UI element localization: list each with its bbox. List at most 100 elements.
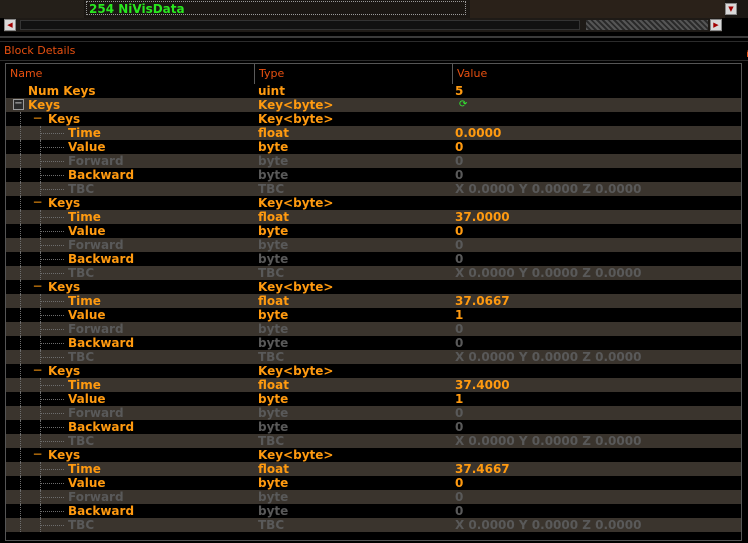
row-value[interactable]: X 0.0000 Y 0.0000 Z 0.0000 (455, 350, 741, 364)
table-row[interactable]: Backward byte 0 (6, 252, 741, 266)
row-value[interactable]: 0 (455, 140, 741, 154)
table-row[interactable]: Forward byte 0 (6, 406, 741, 420)
table-row[interactable]: Value byte 0 (6, 476, 741, 490)
row-value[interactable]: 0 (455, 336, 741, 350)
table-row[interactable]: Value byte 0 (6, 140, 741, 154)
table-row[interactable]: Time float 37.0000 (6, 210, 741, 224)
row-value[interactable]: 37.4667 (455, 462, 741, 476)
scroll-right-icon[interactable]: ▶ (710, 19, 722, 31)
row-value[interactable]: 37.4000 (455, 378, 741, 392)
row-value[interactable]: 0 (455, 154, 741, 168)
row-value[interactable]: 0 (455, 420, 741, 434)
table-row[interactable]: TBC TBC X 0.0000 Y 0.0000 Z 0.0000 (6, 266, 741, 280)
row-value[interactable]: 0 (455, 322, 741, 336)
table-row[interactable]: − Keys Key<byte> (6, 448, 741, 462)
table-row[interactable]: Value byte 0 (6, 224, 741, 238)
row-name[interactable]: Time (6, 462, 256, 476)
row-value[interactable]: 0 (455, 476, 741, 490)
row-value[interactable] (455, 98, 741, 112)
row-value[interactable] (455, 196, 741, 210)
row-name[interactable]: Forward (6, 154, 256, 168)
row-name[interactable]: Backward (6, 420, 256, 434)
row-name[interactable]: Value (6, 392, 256, 406)
row-name[interactable]: TBC (6, 266, 256, 280)
row-name[interactable]: TBC (6, 350, 256, 364)
panel-splitter[interactable] (0, 36, 748, 38)
row-value[interactable]: 1 (455, 308, 741, 322)
table-row[interactable]: Time float 0.0000 (6, 126, 741, 140)
column-header-type[interactable]: Type (255, 64, 453, 84)
table-row[interactable]: − Keys Key<byte> (6, 364, 741, 378)
row-value[interactable]: 0 (455, 406, 741, 420)
row-value[interactable]: 0 (455, 168, 741, 182)
row-name[interactable]: Value (6, 308, 256, 322)
row-name[interactable]: Backward (6, 504, 256, 518)
table-row[interactable]: − Keys Key<byte> (6, 280, 741, 294)
table-row[interactable]: TBC TBC X 0.0000 Y 0.0000 Z 0.0000 (6, 518, 741, 532)
row-name[interactable]: Keys (6, 98, 256, 112)
scroll-down-icon[interactable]: ▼ (725, 3, 737, 15)
table-row[interactable]: Forward byte 0 (6, 238, 741, 252)
row-name[interactable]: Value (6, 224, 256, 238)
table-row[interactable]: Num Keys uint 5 (6, 84, 741, 98)
row-value[interactable]: 0 (455, 238, 741, 252)
table-row[interactable]: Backward byte 0 (6, 336, 741, 350)
row-value[interactable]: 0.0000 (455, 126, 741, 140)
table-row[interactable]: − Keys Key<byte> (6, 112, 741, 126)
row-value[interactable]: X 0.0000 Y 0.0000 Z 0.0000 (455, 266, 741, 280)
scrollbar-track[interactable] (586, 20, 708, 30)
row-name[interactable]: Forward (6, 406, 256, 420)
row-name[interactable]: Keys (6, 364, 256, 378)
table-row[interactable]: Forward byte 0 (6, 490, 741, 504)
table-row[interactable]: Backward byte 0 (6, 420, 741, 434)
row-name[interactable]: TBC (6, 518, 256, 532)
row-name[interactable]: TBC (6, 182, 256, 196)
row-value[interactable]: 0 (455, 224, 741, 238)
scrollbar-thumb[interactable] (20, 20, 580, 30)
scroll-left-icon[interactable]: ◀ (4, 19, 16, 31)
table-row[interactable]: Backward byte 0 (6, 168, 741, 182)
row-value[interactable] (455, 448, 741, 462)
row-name[interactable]: Forward (6, 490, 256, 504)
row-name[interactable]: Forward (6, 238, 256, 252)
row-value[interactable]: 0 (455, 490, 741, 504)
column-header-value[interactable]: Value (453, 64, 741, 84)
row-value[interactable]: 37.0667 (455, 294, 741, 308)
column-header-name[interactable]: Name (6, 64, 255, 84)
row-name[interactable]: Time (6, 294, 256, 308)
row-name[interactable]: TBC (6, 434, 256, 448)
row-value[interactable]: 0 (455, 504, 741, 518)
row-value[interactable]: 0 (455, 252, 741, 266)
row-name[interactable]: Value (6, 476, 256, 490)
horizontal-scrollbar[interactable]: ◀ ▶ (4, 18, 722, 32)
table-row[interactable]: Time float 37.4000 (6, 378, 741, 392)
row-name[interactable]: Num Keys (6, 84, 256, 98)
row-name[interactable]: Time (6, 126, 256, 140)
row-value[interactable] (455, 280, 741, 294)
table-row[interactable]: TBC TBC X 0.0000 Y 0.0000 Z 0.0000 (6, 350, 741, 364)
row-value[interactable] (455, 364, 741, 378)
row-value[interactable] (455, 112, 741, 126)
row-name[interactable]: Backward (6, 336, 256, 350)
row-name[interactable]: Keys (6, 112, 256, 126)
row-name[interactable]: Backward (6, 168, 256, 182)
row-name[interactable]: Backward (6, 252, 256, 266)
array-update-icon[interactable]: ⟳ (459, 99, 471, 111)
table-row[interactable]: Value byte 1 (6, 392, 741, 406)
row-name[interactable]: Time (6, 210, 256, 224)
row-name[interactable]: Value (6, 140, 256, 154)
table-row[interactable]: Forward byte 0 (6, 322, 741, 336)
row-name[interactable]: Keys (6, 280, 256, 294)
table-row[interactable]: Time float 37.0667 (6, 294, 741, 308)
table-row[interactable]: − Keys Key<byte> ⟳ (6, 98, 741, 112)
row-value[interactable]: 37.0000 (455, 210, 741, 224)
table-row[interactable]: Time float 37.4667 (6, 462, 741, 476)
selected-node-item[interactable]: 254 NiVisData (86, 1, 466, 16)
row-name[interactable]: Time (6, 378, 256, 392)
row-name[interactable]: Forward (6, 322, 256, 336)
row-name[interactable]: Keys (6, 448, 256, 462)
row-value[interactable]: X 0.0000 Y 0.0000 Z 0.0000 (455, 518, 741, 532)
table-row[interactable]: TBC TBC X 0.0000 Y 0.0000 Z 0.0000 (6, 182, 741, 196)
row-name[interactable]: Keys (6, 196, 256, 210)
table-row[interactable]: TBC TBC X 0.0000 Y 0.0000 Z 0.0000 (6, 434, 741, 448)
